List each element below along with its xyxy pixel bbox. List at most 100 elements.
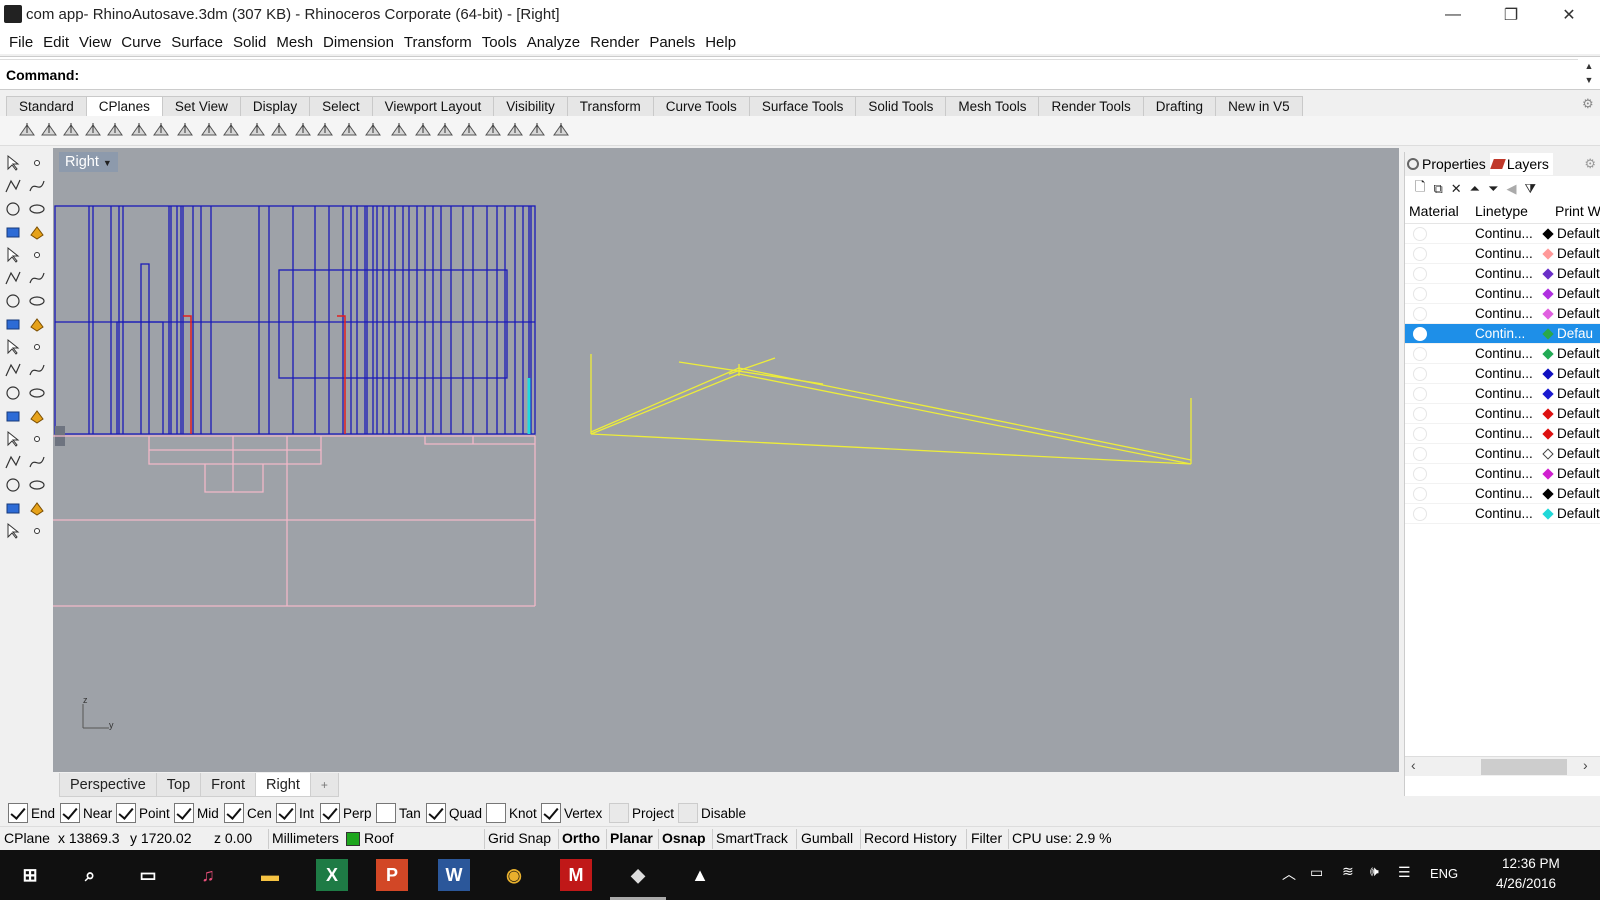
- osnap-near[interactable]: Near: [60, 802, 112, 824]
- layer-print-width[interactable]: Default: [1557, 346, 1600, 361]
- layer-linetype[interactable]: Contin...: [1475, 326, 1525, 341]
- delete-icon[interactable]: ✕: [1451, 181, 1462, 197]
- polygon-icon[interactable]: [4, 223, 22, 241]
- mirror-icon[interactable]: [28, 407, 46, 425]
- cplane-normal-icon[interactable]: [484, 121, 502, 139]
- menu-surface[interactable]: Surface: [166, 34, 228, 51]
- move-out-icon[interactable]: ◀: [1506, 181, 1516, 197]
- osnap-end[interactable]: End: [8, 802, 55, 824]
- osnap-vertex[interactable]: Vertex: [541, 802, 602, 824]
- ellipse-icon[interactable]: [28, 200, 46, 218]
- osnap-end-checkbox[interactable]: [8, 803, 28, 823]
- layer-row[interactable]: Contin... Defau: [1405, 324, 1600, 344]
- layer-row[interactable]: Continu... Default: [1405, 424, 1600, 444]
- new-sublayer-icon[interactable]: ⧉: [1433, 181, 1442, 197]
- layer-row[interactable]: Continu... Default: [1405, 464, 1600, 484]
- layer-material-swatch[interactable]: [1413, 227, 1427, 241]
- osnap-project[interactable]: Project: [609, 802, 674, 824]
- menu-help[interactable]: Help: [700, 34, 741, 51]
- check-icon[interactable]: [28, 499, 46, 517]
- menu-tools[interactable]: Tools: [477, 34, 522, 51]
- osnap-int[interactable]: Int: [276, 802, 314, 824]
- layer-print-color-diamond[interactable]: [1542, 348, 1554, 360]
- layer-print-width[interactable]: Default: [1557, 286, 1600, 301]
- cplane-grid-icon[interactable]: [364, 121, 382, 139]
- fillet-curve-icon[interactable]: [28, 246, 46, 264]
- osnap-mid[interactable]: Mid: [174, 802, 219, 824]
- word-icon[interactable]: W: [438, 859, 470, 891]
- layer-row[interactable]: Continu... Default: [1405, 224, 1600, 244]
- layer-material-swatch[interactable]: [1413, 247, 1427, 261]
- tab-transform[interactable]: Transform: [566, 96, 654, 116]
- menu-curve[interactable]: Curve: [116, 34, 166, 51]
- start-icon[interactable]: ⊞: [14, 859, 46, 891]
- cplane-move-icon[interactable]: [390, 121, 408, 139]
- column-print-width[interactable]: Print W: [1555, 203, 1600, 219]
- menu-mesh[interactable]: Mesh: [271, 34, 318, 51]
- chevron-down-icon[interactable]: ▼: [103, 158, 112, 168]
- layer-material-swatch[interactable]: [1413, 407, 1427, 421]
- layer-print-width[interactable]: Default: [1557, 306, 1600, 321]
- tab-render-tools[interactable]: Render Tools: [1038, 96, 1144, 116]
- split-icon[interactable]: [28, 361, 46, 379]
- planar-toggle[interactable]: Planar: [610, 830, 653, 846]
- menu-transform[interactable]: Transform: [399, 34, 477, 51]
- tab-front[interactable]: Front: [200, 773, 256, 797]
- set-cplane-z-axis-icon[interactable]: [152, 121, 170, 139]
- osnap-tan[interactable]: Tan: [376, 802, 421, 824]
- osnap-knot[interactable]: Knot: [486, 802, 537, 824]
- layer-print-width[interactable]: Default: [1557, 226, 1600, 241]
- menu-file[interactable]: File: [4, 34, 38, 51]
- save-cplane-icon[interactable]: [340, 121, 358, 139]
- osnap-cen[interactable]: Cen: [224, 802, 272, 824]
- grid-snap-toggle[interactable]: Grid Snap: [488, 830, 551, 846]
- extrude-icon[interactable]: [28, 315, 46, 333]
- explode-icon[interactable]: [4, 338, 22, 356]
- osnap-point[interactable]: Point: [116, 802, 170, 824]
- box-icon[interactable]: [4, 292, 22, 310]
- tab-new-in-v5[interactable]: New in V5: [1215, 96, 1303, 116]
- task-view-icon[interactable]: ▭: [132, 859, 164, 891]
- layer-linetype[interactable]: Continu...: [1475, 226, 1533, 241]
- osnap-perp[interactable]: Perp: [320, 802, 372, 824]
- layer-linetype[interactable]: Continu...: [1475, 346, 1533, 361]
- osnap-cen-checkbox[interactable]: [224, 803, 244, 823]
- layer-print-width[interactable]: Default: [1557, 366, 1600, 381]
- cplane-3d-icon[interactable]: [552, 121, 570, 139]
- filter-icon[interactable]: ⧩: [1524, 181, 1536, 197]
- scroll-thumb[interactable]: [1481, 759, 1567, 775]
- toolbar-gear-icon[interactable]: ⚙: [1582, 96, 1594, 112]
- tab-viewport-layout[interactable]: Viewport Layout: [371, 96, 495, 116]
- layer-linetype[interactable]: Continu...: [1475, 246, 1533, 261]
- command-input[interactable]: [92, 65, 1572, 85]
- layer-print-color-diamond[interactable]: [1542, 488, 1554, 500]
- group-icon[interactable]: [4, 453, 22, 471]
- menu-edit[interactable]: Edit: [38, 34, 74, 51]
- circle-icon[interactable]: [4, 200, 22, 218]
- layer-print-width[interactable]: Defau: [1557, 326, 1593, 341]
- layer-print-color-diamond[interactable]: [1542, 448, 1554, 460]
- scale-icon[interactable]: [4, 407, 22, 425]
- analyze-icon[interactable]: [4, 499, 22, 517]
- boolean-union-icon[interactable]: [28, 292, 46, 310]
- tab-select[interactable]: Select: [309, 96, 373, 116]
- powerpoint-icon[interactable]: P: [376, 859, 408, 891]
- set-cplane-world-right-icon[interactable]: [248, 121, 266, 139]
- layer-material-swatch[interactable]: [1413, 327, 1427, 341]
- filter-toggle[interactable]: Filter: [971, 830, 1002, 846]
- osnap-tan-checkbox[interactable]: [376, 803, 396, 823]
- minimize-button[interactable]: —: [1424, 0, 1482, 30]
- layer-material-swatch[interactable]: [1413, 267, 1427, 281]
- layer-print-color-diamond[interactable]: [1542, 228, 1554, 240]
- new-layer-icon[interactable]: 🗋: [1415, 178, 1425, 200]
- layer-linetype[interactable]: Continu...: [1475, 386, 1533, 401]
- add-viewport-tab[interactable]: +: [309, 773, 339, 797]
- ortho-toggle[interactable]: Ortho: [562, 830, 600, 846]
- layer-print-width[interactable]: Default: [1557, 246, 1600, 261]
- language-indicator[interactable]: ENG: [1430, 866, 1458, 881]
- units-label[interactable]: Millimeters: [272, 830, 339, 846]
- tab-right[interactable]: Right: [255, 773, 311, 797]
- layer-material-swatch[interactable]: [1413, 487, 1427, 501]
- menu-solid[interactable]: Solid: [228, 34, 271, 51]
- layer-print-color-diamond[interactable]: [1542, 328, 1554, 340]
